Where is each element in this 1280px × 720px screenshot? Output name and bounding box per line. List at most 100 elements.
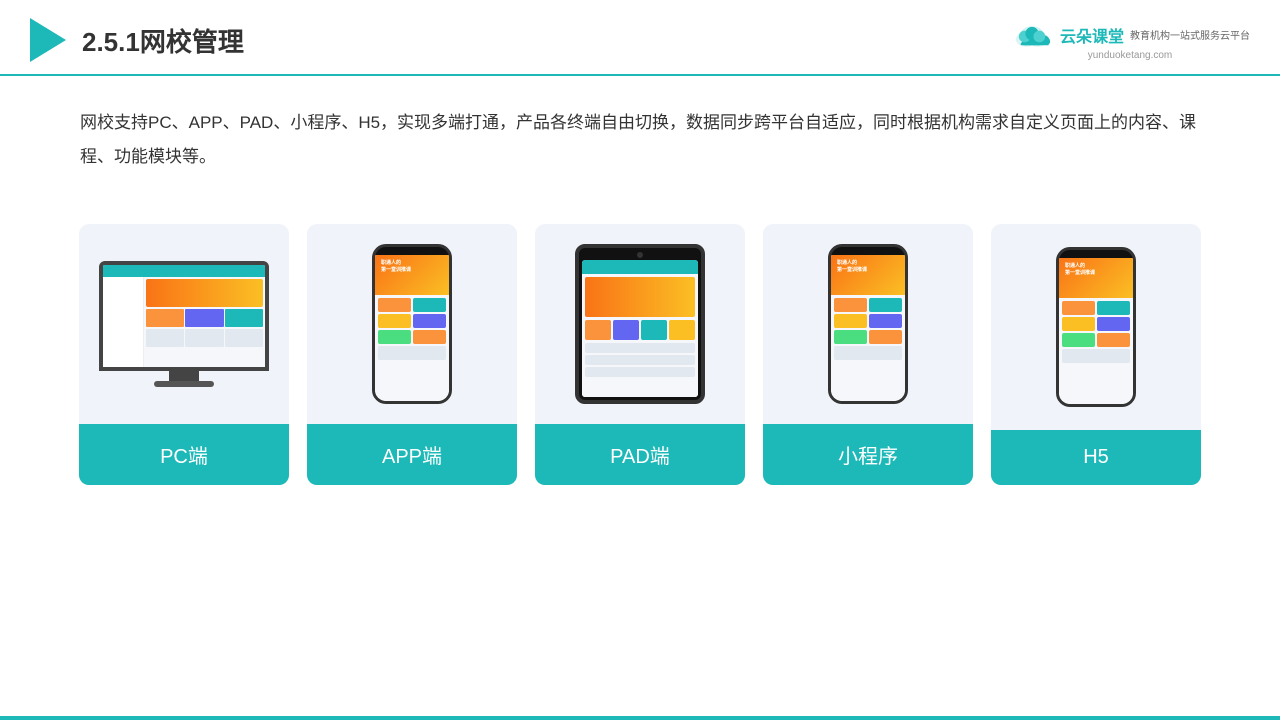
pad-content bbox=[582, 274, 698, 397]
miniprogram-row-3 bbox=[834, 330, 902, 344]
pc-cards-row-2 bbox=[146, 329, 264, 347]
pad-banner bbox=[585, 277, 695, 317]
card-h5-label: H5 bbox=[991, 430, 1201, 485]
cloud-logo-icon bbox=[1010, 20, 1054, 50]
pad-row-3 bbox=[585, 367, 695, 377]
phone-content bbox=[375, 295, 449, 401]
pad-nav bbox=[582, 260, 698, 274]
h5-row-3 bbox=[1062, 333, 1130, 347]
phone-item-3 bbox=[378, 314, 411, 328]
brand-logo: 云朵课堂 教育机构一站式服务云平台 bbox=[1010, 20, 1250, 50]
h5-item-1 bbox=[1062, 301, 1095, 315]
pad-card-4 bbox=[669, 320, 695, 340]
brand-name: 云朵课堂 bbox=[1060, 23, 1124, 47]
header-right: 云朵课堂 教育机构一站式服务云平台 yunduoketang.com bbox=[1010, 20, 1250, 61]
h5-item-5 bbox=[1062, 333, 1095, 347]
miniprogram-row-1 bbox=[834, 298, 902, 312]
pad-row-2 bbox=[585, 355, 695, 365]
card-pc: PC端 bbox=[79, 224, 289, 485]
miniprogram-phone-device: 职通人的第一堂训推课 bbox=[828, 244, 908, 404]
phone-row-4 bbox=[378, 346, 446, 360]
pc-card-5 bbox=[185, 329, 224, 347]
phone-item-2 bbox=[413, 298, 446, 312]
card-app-image: 职通人的第一堂训推课 bbox=[307, 224, 517, 424]
cards-container: PC端 职通人的第一堂训推课 bbox=[0, 194, 1280, 505]
miniprogram-item-2 bbox=[869, 298, 902, 312]
miniprogram-row-4 bbox=[834, 346, 902, 360]
phone-item-7 bbox=[378, 346, 446, 360]
pc-monitor bbox=[99, 261, 269, 371]
bottom-bar bbox=[0, 716, 1280, 720]
phone-banner-text: 职通人的第一堂训推课 bbox=[381, 260, 411, 274]
phone-row-2 bbox=[378, 314, 446, 328]
h5-banner-text: 职通人的第一堂训推课 bbox=[1065, 263, 1095, 277]
phone-item-5 bbox=[378, 330, 411, 344]
miniprogram-item-1 bbox=[834, 298, 867, 312]
phone-row-3 bbox=[378, 330, 446, 344]
pc-card-3 bbox=[225, 309, 264, 327]
header-left: 2.5.1网校管理 bbox=[30, 18, 244, 62]
pc-nav-bar bbox=[103, 265, 265, 277]
phone-item-1 bbox=[378, 298, 411, 312]
h5-content bbox=[1059, 298, 1133, 404]
pc-stand bbox=[169, 371, 199, 381]
pc-card-2 bbox=[185, 309, 224, 327]
h5-notch bbox=[1082, 250, 1110, 258]
miniprogram-notch bbox=[854, 247, 882, 255]
phone-item-4 bbox=[413, 314, 446, 328]
pc-sidebar bbox=[103, 277, 144, 367]
h5-item-4 bbox=[1097, 317, 1130, 331]
card-pc-label: PC端 bbox=[79, 424, 289, 485]
header: 2.5.1网校管理 云朵课堂 教育机构一站式服务云平台 yunduoketang… bbox=[0, 0, 1280, 76]
card-h5-image: 职通人的第一堂训推课 bbox=[991, 224, 1201, 430]
phone-notch bbox=[398, 247, 426, 255]
phone-row-1 bbox=[378, 298, 446, 312]
logo-triangle-icon bbox=[30, 18, 66, 62]
pad-card-3 bbox=[641, 320, 667, 340]
pad-device bbox=[575, 244, 705, 404]
pad-row-1 bbox=[585, 343, 695, 353]
pc-content bbox=[103, 277, 265, 367]
card-miniprogram-image: 职通人的第一堂训推课 bbox=[763, 224, 973, 424]
miniprogram-item-5 bbox=[834, 330, 867, 344]
pc-card-1 bbox=[146, 309, 185, 327]
miniprogram-banner: 职通人的第一堂训推课 bbox=[831, 255, 905, 295]
h5-item-7 bbox=[1062, 349, 1130, 363]
pc-screen bbox=[103, 265, 265, 367]
h5-item-6 bbox=[1097, 333, 1130, 347]
h5-row-2 bbox=[1062, 317, 1130, 331]
pad-card-1 bbox=[585, 320, 611, 340]
miniprogram-item-7 bbox=[834, 346, 902, 360]
miniprogram-row-2 bbox=[834, 314, 902, 328]
pc-base bbox=[154, 381, 214, 387]
pc-card-4 bbox=[146, 329, 185, 347]
h5-item-3 bbox=[1062, 317, 1095, 331]
pad-cards bbox=[585, 320, 695, 340]
page-title: 2.5.1网校管理 bbox=[82, 22, 244, 59]
card-app: 职通人的第一堂训推课 bbox=[307, 224, 517, 485]
pad-camera bbox=[637, 252, 643, 258]
brand-tagline: 教育机构一站式服务云平台 bbox=[1130, 27, 1250, 42]
card-app-label: APP端 bbox=[307, 424, 517, 485]
phone-item-6 bbox=[413, 330, 446, 344]
phone-banner: 职通人的第一堂训推课 bbox=[375, 255, 449, 295]
card-pad: PAD端 bbox=[535, 224, 745, 485]
h5-item-2 bbox=[1097, 301, 1130, 315]
miniprogram-content bbox=[831, 295, 905, 401]
card-miniprogram-label: 小程序 bbox=[763, 424, 973, 485]
pad-screen bbox=[582, 260, 698, 397]
card-miniprogram: 职通人的第一堂训推课 bbox=[763, 224, 973, 485]
pc-cards-row bbox=[146, 309, 264, 327]
miniprogram-screen: 职通人的第一堂训推课 bbox=[831, 255, 905, 401]
h5-phone-device: 职通人的第一堂训推课 bbox=[1056, 247, 1136, 407]
pc-banner bbox=[146, 279, 264, 307]
phone-screen: 职通人的第一堂训推课 bbox=[375, 255, 449, 401]
description-text: 网校支持PC、APP、PAD、小程序、H5，实现多端打通，产品各终端自由切换，数… bbox=[0, 76, 1280, 184]
pc-main bbox=[144, 277, 266, 367]
card-pc-image bbox=[79, 224, 289, 424]
miniprogram-item-3 bbox=[834, 314, 867, 328]
card-pad-label: PAD端 bbox=[535, 424, 745, 485]
h5-row-4 bbox=[1062, 349, 1130, 363]
brand-url: yunduoketang.com bbox=[1088, 50, 1173, 61]
app-phone-device: 职通人的第一堂训推课 bbox=[372, 244, 452, 404]
